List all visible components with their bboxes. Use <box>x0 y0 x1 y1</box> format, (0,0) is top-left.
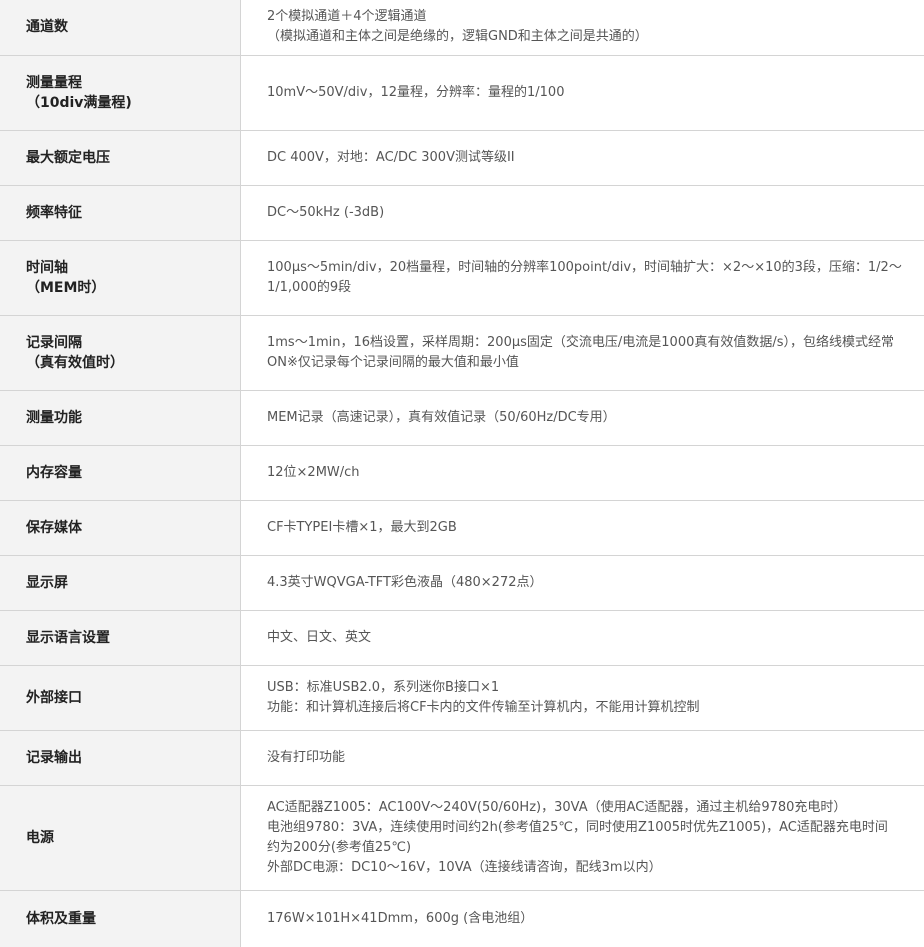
spec-value-line: 1/1,000的9段 <box>267 280 352 295</box>
spec-label-line: 外部接口 <box>26 690 82 706</box>
spec-value-line: DC～50kHz (-3dB) <box>267 205 385 220</box>
spec-row: 保存媒体 CF卡TYPEⅠ卡槽×1，最大到2GB <box>0 501 924 556</box>
spec-label-line: 最大额定电压 <box>26 150 110 166</box>
spec-row: 记录输出 没有打印功能 <box>0 731 924 786</box>
spec-label: 内存容量 <box>0 446 241 500</box>
spec-value-line: 约为200分(参考值25℃) <box>267 840 412 855</box>
spec-value-line: 2个模拟通道＋4个逻辑通道 <box>267 8 427 24</box>
spec-row: 通道数 2个模拟通道＋4个逻辑通道 （模拟通道和主体之间是绝缘的，逻辑GND和主体之… <box>0 0 924 56</box>
spec-label: 最大额定电压 <box>0 131 241 185</box>
spec-value-line: 4.3英寸WQVGA-TFT彩色液晶（480×272点） <box>267 575 543 590</box>
spec-label-line: 电源 <box>26 830 54 846</box>
spec-row: 电源 AC适配器Z1005：AC100V～240V(50/60Hz)，30VA（使… <box>0 786 924 891</box>
spec-value: 没有打印功能 <box>241 731 924 785</box>
spec-label: 记录输出 <box>0 731 241 785</box>
spec-value: DC～50kHz (-3dB) <box>241 186 924 240</box>
spec-value-line: ON※仅记录每个记录间隔的最大值和最小值 <box>267 355 519 370</box>
spec-row: 显示屏 4.3英寸WQVGA-TFT彩色液晶（480×272点） <box>0 556 924 611</box>
spec-value: 4.3英寸WQVGA-TFT彩色液晶（480×272点） <box>241 556 924 610</box>
spec-label-line: 保存媒体 <box>26 520 82 536</box>
spec-label-line: （MEM时） <box>26 280 106 296</box>
spec-label-line: （真有效值时） <box>26 355 124 371</box>
spec-value: 1ms～1min，16档设置，采样周期：200μs固定（交流电压/电流是1000… <box>241 316 924 390</box>
spec-value-line: DC 400V，对地：AC/DC 300V测试等级II <box>267 150 515 165</box>
spec-label: 测量功能 <box>0 391 241 445</box>
spec-value-line: 功能：和计算机连接后将CF卡内的文件传输至计算机内，不能用计算机控制 <box>267 700 700 715</box>
spec-label-line: 测量功能 <box>26 410 82 426</box>
spec-label-line: 测量量程 <box>26 75 82 91</box>
spec-value: 100μs～5min/div，20档量程，时间轴的分辨率100point/div… <box>241 241 924 315</box>
spec-value: DC 400V，对地：AC/DC 300V测试等级II <box>241 131 924 185</box>
spec-label: 频率特征 <box>0 186 241 240</box>
spec-value-line: （模拟通道和主体之间是绝缘的，逻辑GND和主体之间是共通的） <box>267 28 648 44</box>
spec-row: 最大额定电压 DC 400V，对地：AC/DC 300V测试等级II <box>0 131 924 186</box>
spec-value: 176W×101H×41Dmm，600g (含电池组） <box>241 891 924 947</box>
spec-value-line: 176W×101H×41Dmm，600g (含电池组） <box>267 911 534 926</box>
spec-table: 通道数 2个模拟通道＋4个逻辑通道 （模拟通道和主体之间是绝缘的，逻辑GND和主体之… <box>0 0 924 947</box>
spec-value-line: 外部DC电源：DC10～16V，10VA（连接线请咨询，配线3m以内） <box>267 860 662 875</box>
spec-label: 外部接口 <box>0 666 241 730</box>
spec-value: CF卡TYPEⅠ卡槽×1，最大到2GB <box>241 501 924 555</box>
spec-row: 外部接口 USB：标准USB2.0，系列迷你B接口×1 功能：和计算机连接后将CF卡… <box>0 666 924 731</box>
spec-label-line: 记录输出 <box>26 750 82 766</box>
spec-value-line: 12位×2MW/ch <box>267 465 360 480</box>
spec-label-line: 体积及重量 <box>26 911 96 927</box>
spec-value: 2个模拟通道＋4个逻辑通道 （模拟通道和主体之间是绝缘的，逻辑GND和主体之间是共… <box>241 0 924 55</box>
spec-row: 记录间隔 （真有效值时） 1ms～1min，16档设置，采样周期：200μs固定（交… <box>0 316 924 391</box>
spec-label: 保存媒体 <box>0 501 241 555</box>
spec-label-line: 时间轴 <box>26 260 68 276</box>
spec-label-line: 显示屏 <box>26 575 68 591</box>
spec-label: 电源 <box>0 786 241 890</box>
spec-label: 记录间隔 （真有效值时） <box>0 316 241 390</box>
spec-value-line: 100μs～5min/div，20档量程，时间轴的分辨率100point/div… <box>267 260 902 275</box>
spec-value: USB：标准USB2.0，系列迷你B接口×1 功能：和计算机连接后将CF卡内的文件… <box>241 666 924 730</box>
spec-value-line: 电池组9780：3VA，连续使用时间约2h(参考值25℃，同时使用Z1005时优… <box>267 820 888 835</box>
spec-row: 体积及重量 176W×101H×41Dmm，600g (含电池组） <box>0 891 924 947</box>
spec-row: 频率特征 DC～50kHz (-3dB) <box>0 186 924 241</box>
spec-value-line: AC适配器Z1005：AC100V～240V(50/60Hz)，30VA（使用A… <box>267 800 847 815</box>
spec-label: 测量量程 （10div满量程) <box>0 56 241 130</box>
spec-value-line: 中文、日文、英文 <box>267 630 372 645</box>
spec-label: 通道数 <box>0 0 241 55</box>
spec-value-line: USB：标准USB2.0，系列迷你B接口×1 <box>267 680 500 695</box>
spec-value: AC适配器Z1005：AC100V～240V(50/60Hz)，30VA（使用A… <box>241 786 924 890</box>
spec-label-line: 记录间隔 <box>26 335 82 351</box>
spec-value-line: 1ms～1min，16档设置，采样周期：200μs固定（交流电压/电流是1000… <box>267 335 895 350</box>
spec-label-line: 频率特征 <box>26 205 82 221</box>
spec-label: 时间轴 （MEM时） <box>0 241 241 315</box>
spec-label-line: （10div满量程) <box>26 95 132 111</box>
spec-value-line: MEM记录（高速记录），真有效值记录（50/60Hz/DC专用） <box>267 410 616 425</box>
spec-value: MEM记录（高速记录），真有效值记录（50/60Hz/DC专用） <box>241 391 924 445</box>
spec-label: 显示语言设置 <box>0 611 241 665</box>
spec-value-line: 没有打印功能 <box>267 750 346 765</box>
spec-value: 中文、日文、英文 <box>241 611 924 665</box>
spec-label: 体积及重量 <box>0 891 241 947</box>
spec-row: 测量功能 MEM记录（高速记录），真有效值记录（50/60Hz/DC专用） <box>0 391 924 446</box>
spec-label-line: 显示语言设置 <box>26 630 110 646</box>
spec-row: 内存容量 12位×2MW/ch <box>0 446 924 501</box>
spec-row: 显示语言设置 中文、日文、英文 <box>0 611 924 666</box>
spec-row: 时间轴 （MEM时） 100μs～5min/div，20档量程，时间轴的分辨率100… <box>0 241 924 316</box>
spec-value-line: 10mV～50V/div，12量程，分辨率：量程的1/100 <box>267 85 565 100</box>
spec-value: 10mV～50V/div，12量程，分辨率：量程的1/100 <box>241 56 924 130</box>
spec-row: 测量量程 （10div满量程) 10mV～50V/div，12量程，分辨率：量程的1… <box>0 56 924 131</box>
spec-label: 显示屏 <box>0 556 241 610</box>
spec-label-line: 内存容量 <box>26 465 82 481</box>
spec-value: 12位×2MW/ch <box>241 446 924 500</box>
spec-value-line: CF卡TYPEⅠ卡槽×1，最大到2GB <box>267 520 457 535</box>
spec-label-line: 通道数 <box>26 18 68 35</box>
